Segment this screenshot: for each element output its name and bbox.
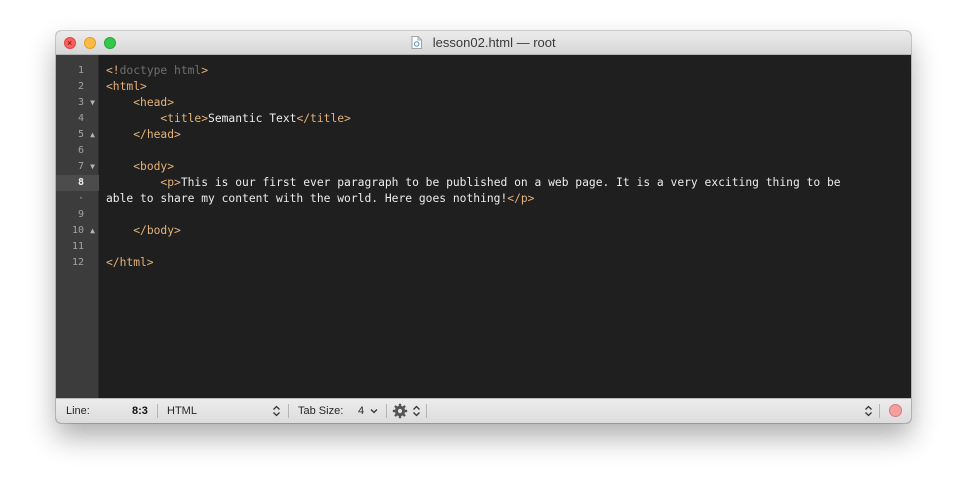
language-selector[interactable]: HTML	[167, 399, 197, 423]
line-number: 10 ▲	[56, 223, 99, 239]
editor-window: × lesson02.html — root 1 2 3 ▼ 4 5 ▲ 6 7 ▼ …	[56, 31, 911, 423]
line-number: 6	[77, 145, 84, 156]
line-number-current: 8	[56, 175, 99, 191]
tab-size-label: Tab Size:	[298, 405, 344, 417]
fold-end-icon[interactable]: ▲	[90, 223, 95, 239]
cursor-position[interactable]: 8:3	[132, 399, 148, 423]
code-line: <body>	[133, 160, 175, 173]
line-number: 4	[77, 113, 84, 124]
code-line: <html>	[106, 80, 147, 93]
document-icon	[411, 35, 423, 49]
title-bar[interactable]: × lesson02.html — root	[56, 31, 911, 55]
separator	[288, 404, 289, 418]
code-line: <title>Semantic Text</title>	[160, 112, 351, 125]
fold-collapse-icon[interactable]: ▼	[90, 159, 95, 175]
gear-icon[interactable]	[392, 403, 408, 419]
code-line: <!doctype html>	[106, 64, 209, 77]
code-editor[interactable]: <!doctype html> <html> <head> <title>Sem…	[99, 55, 911, 398]
line-number: 5 ▲	[56, 127, 99, 143]
code-line: <head>	[133, 96, 175, 109]
separator	[386, 404, 387, 418]
window-title: lesson02.html — root	[432, 35, 556, 50]
up-down-arrows-icon[interactable]	[272, 404, 281, 418]
separator	[426, 404, 427, 418]
code-line: </html>	[106, 256, 154, 269]
fold-end-icon[interactable]: ▲	[90, 127, 95, 143]
window-title-area: lesson02.html — root	[56, 31, 911, 55]
line-number-gutter[interactable]: 1 2 3 ▼ 4 5 ▲ 6 7 ▼ 8 · 9 10 ▲ 11 12	[56, 55, 99, 398]
code-line-current: <p>This is our first ever paragraph to b…	[160, 176, 841, 189]
line-number: 12	[71, 257, 84, 268]
line-number: 11	[71, 241, 84, 252]
separator	[157, 404, 158, 418]
line-number: 7 ▼	[56, 159, 99, 175]
code-line-wrapped: able to share my content with the world.…	[106, 192, 535, 205]
fold-collapse-icon[interactable]: ▼	[90, 95, 95, 111]
record-icon[interactable]	[889, 404, 902, 417]
line-number: 2	[77, 81, 84, 92]
status-bar: Line: 8:3 HTML Tab Size: 4	[56, 398, 911, 423]
line-wrap-marker: ·	[77, 193, 84, 204]
line-label: Line:	[66, 405, 90, 417]
line-number: 1	[77, 65, 84, 76]
code-line: </head>	[133, 128, 181, 141]
separator	[879, 404, 880, 418]
line-number: 9	[77, 209, 84, 220]
code-line: </body>	[133, 224, 181, 237]
up-down-arrows-icon[interactable]	[864, 404, 873, 418]
tab-size-value[interactable]: 4	[358, 399, 364, 423]
line-number: 3 ▼	[56, 95, 99, 111]
up-down-arrows-icon[interactable]	[412, 404, 421, 418]
chevron-down-icon[interactable]	[369, 406, 379, 416]
